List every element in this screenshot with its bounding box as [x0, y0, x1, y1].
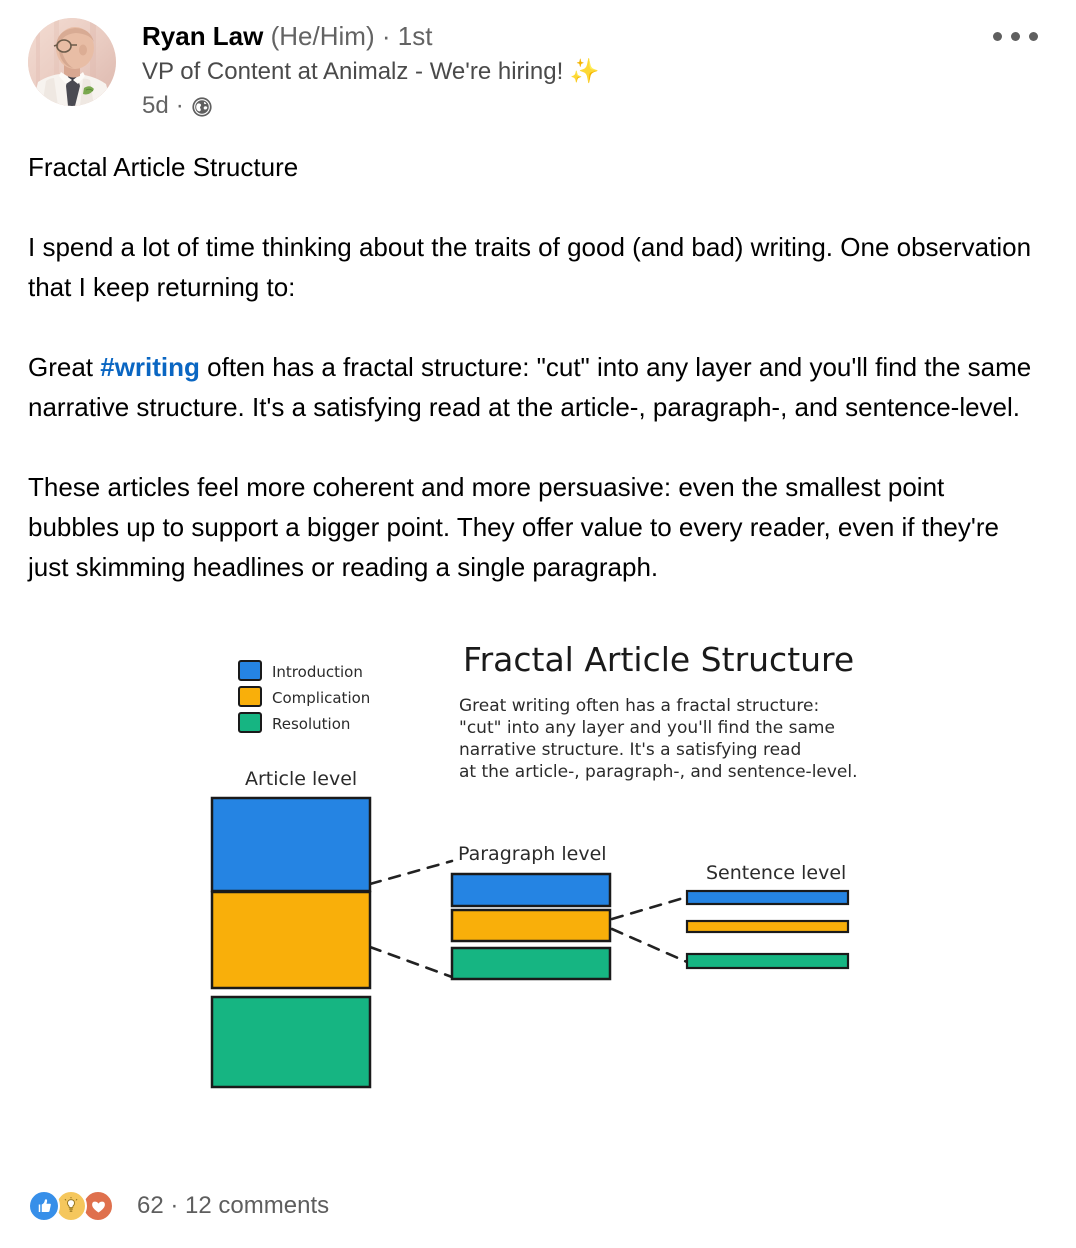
diagram-title: Fractal Article Structure — [463, 640, 854, 679]
paragraph-block-resolution — [450, 946, 612, 981]
sentence-block-resolution — [685, 952, 850, 970]
hashtag-writing-link[interactable]: #writing — [100, 352, 200, 382]
post-paragraph-2: Great #writing often has a fractal struc… — [28, 347, 1036, 427]
legend-item-complication: Complication — [238, 686, 370, 707]
post-timestamp-line: 5d · — [142, 91, 600, 121]
legend-label-0: Introduction — [272, 663, 363, 681]
author-line[interactable]: Ryan Law (He/Him) · 1st — [142, 20, 600, 52]
post-body: Fractal Article Structure I spend a lot … — [0, 147, 1076, 587]
diagram-level-label-0: Article level — [245, 768, 357, 790]
counts-separator: · — [170, 1192, 179, 1219]
author-headline: VP of Content at Animalz - We're hiring!… — [142, 56, 600, 88]
author-pronouns: (He/Him) — [270, 21, 375, 51]
sentence-block-introduction — [685, 889, 850, 906]
author-headline-text: VP of Content at Animalz - We're hiring! — [142, 58, 564, 85]
post-attached-image[interactable]: Introduction Complication Resolution Fra… — [0, 629, 1076, 1109]
overflow-dot-3 — [1029, 32, 1038, 41]
paragraph-2-prefix: Great — [28, 352, 101, 382]
sentence-block-complication — [685, 919, 850, 934]
legend-item-introduction: Introduction — [238, 660, 363, 681]
article-level-blocks — [210, 796, 372, 1089]
legend-label-2: Resolution — [272, 715, 350, 733]
reaction-count: 62 — [137, 1192, 164, 1219]
post-timestamp: 5d — [142, 92, 169, 119]
legend-item-resolution: Resolution — [238, 712, 350, 733]
avatar[interactable] — [28, 18, 116, 106]
overflow-dot-2 — [1011, 32, 1020, 41]
author-info: Ryan Law (He/Him) · 1st VP of Content at… — [142, 16, 600, 121]
comments-count[interactable]: 12 comments — [185, 1192, 329, 1219]
diagram-level-label-2: Sentence level — [706, 862, 846, 884]
post-title: Fractal Article Structure — [28, 152, 299, 182]
post-paragraph-3: These articles feel more coherent and mo… — [28, 472, 999, 582]
post-paragraph-1: I spend a lot of time thinking about the… — [28, 232, 1032, 302]
like-reaction-icon[interactable] — [28, 1190, 60, 1222]
article-block-introduction — [210, 796, 372, 893]
post-overflow-menu-button[interactable] — [987, 26, 1044, 47]
linkedin-post-card: Ryan Law (He/Him) · 1st VP of Content at… — [0, 0, 1076, 1248]
post-social-bar: 62 · 12 comments — [28, 1190, 329, 1222]
sentence-level-blocks — [685, 889, 850, 970]
author-name[interactable]: Ryan Law — [142, 21, 263, 51]
article-block-resolution — [210, 995, 372, 1089]
author-separator: · — [381, 21, 391, 51]
post-header: Ryan Law (He/Him) · 1st VP of Content at… — [0, 0, 1076, 121]
reaction-icons-group[interactable] — [28, 1190, 114, 1222]
sparkles-icon: ✨ — [569, 58, 600, 85]
overflow-dot-1 — [993, 32, 1002, 41]
diagram-description-line-3: at the article-, paragraph-, and sentenc… — [459, 762, 858, 782]
diagram-level-label-1: Paragraph level — [458, 843, 607, 865]
globe-icon — [191, 96, 213, 118]
timestamp-separator: · — [175, 92, 184, 119]
diagram-description-line-0: Great writing often has a fractal struct… — [459, 696, 819, 716]
diagram-description-line-2: narrative structure. It's a satisfying r… — [459, 740, 801, 760]
diagram-description-line-1: "cut" into any layer and you'll find the… — [459, 718, 835, 738]
paragraph-block-introduction — [450, 872, 612, 908]
paragraph-level-blocks — [450, 872, 612, 981]
fractal-article-structure-diagram: Introduction Complication Resolution Fra… — [0, 629, 1076, 1109]
social-counts[interactable]: 62 · 12 comments — [137, 1192, 329, 1220]
article-block-complication — [210, 890, 372, 990]
paragraph-block-complication — [450, 908, 612, 943]
legend-label-1: Complication — [272, 689, 370, 707]
author-degree: 1st — [397, 21, 433, 51]
